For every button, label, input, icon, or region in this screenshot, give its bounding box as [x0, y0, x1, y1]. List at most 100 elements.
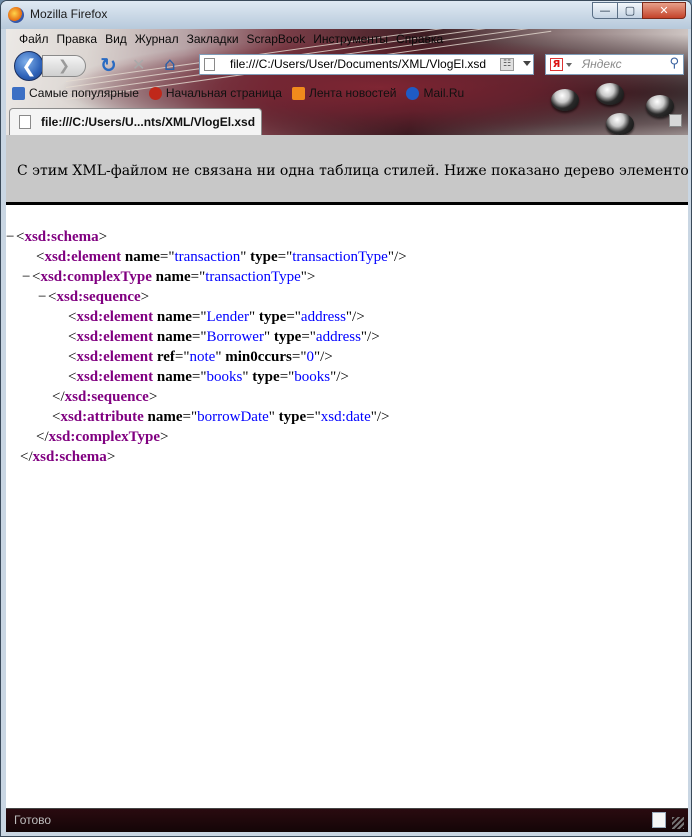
rss-icon [291, 86, 305, 100]
xml-attr-value: books [294, 369, 331, 385]
popular-icon [12, 86, 25, 100]
search-input[interactable]: Яндекс [582, 57, 622, 71]
xml-tag-name: xsd:schema [24, 229, 99, 245]
menu-view[interactable]: Вид [101, 32, 131, 46]
xml-attr-name: name [124, 249, 160, 265]
bookmarks-toolbar: Самые популярные Начальная страница Лент… [12, 86, 464, 100]
xml-attr-name: min0ccurs [225, 349, 292, 365]
xml-tree-line: <xsd:element name="Borrower" type="addre… [68, 327, 380, 347]
bookmark-news-feed[interactable]: Лента новостей [291, 86, 396, 100]
menu-bookmarks[interactable]: Закладки [183, 32, 243, 46]
xml-punctuation: "/> [313, 349, 333, 365]
tab-list-icon[interactable] [669, 114, 682, 127]
maximize-button[interactable]: ▢ [617, 2, 643, 19]
xml-punctuation: =" [174, 349, 190, 365]
home-icon[interactable]: ⌂ [164, 54, 175, 75]
xml-punctuation: </ [20, 449, 33, 465]
xml-punctuation: =" [190, 269, 206, 285]
search-engine-dropdown-icon[interactable] [566, 63, 572, 67]
menu-file[interactable]: Файл [15, 32, 53, 46]
xml-punctuation: =" [191, 369, 207, 385]
url-text[interactable]: file:///C:/Users/User/Documents/XML/Vlog… [230, 57, 486, 71]
window-controls: — ▢ ✕ [592, 2, 686, 19]
collapse-toggle[interactable]: − [6, 227, 16, 247]
xml-punctuation: "/> [345, 309, 365, 325]
menu-help[interactable]: Справка [392, 32, 447, 46]
page-icon [204, 58, 215, 71]
url-dropdown-icon[interactable] [523, 61, 531, 66]
xml-punctuation: =" [277, 249, 293, 265]
stop-icon[interactable]: ✕ [132, 55, 145, 74]
feed-icon[interactable]: ☷ [500, 58, 514, 71]
xml-tree-line: <xsd:element name="books" type="books"/> [68, 367, 349, 387]
reload-icon[interactable]: ↻ [100, 53, 117, 77]
xml-attr-name: type [278, 409, 307, 425]
minimize-button[interactable]: — [592, 2, 618, 19]
bookmark-popular[interactable]: Самые популярные [12, 86, 139, 100]
xml-tree-line: <xsd:element name="transaction" type="tr… [36, 247, 407, 267]
xml-attr-name: name [155, 269, 191, 285]
yandex-logo-icon[interactable]: Я [550, 58, 563, 71]
browser-chrome: Файл Правка Вид Журнал Закладки ScrapBoo… [6, 29, 688, 135]
tab-strip: file:///C:/Users/U...nts/XML/VlogEl.xsd [6, 106, 688, 135]
tab-active[interactable]: file:///C:/Users/U...nts/XML/VlogEl.xsd [9, 108, 262, 135]
xml-punctuation: " [268, 409, 279, 425]
xml-punctuation: </ [52, 389, 65, 405]
xml-punctuation: =" [291, 349, 307, 365]
xml-tree-line: − <xsd:complexType name="transactionType"… [22, 267, 315, 287]
xml-attr-value: books [206, 369, 243, 385]
collapse-toggle[interactable]: − [38, 287, 48, 307]
menu-edit[interactable]: Правка [53, 32, 102, 46]
url-bar[interactable]: file:///C:/Users/User/Documents/XML/Vlog… [199, 54, 534, 75]
xml-tree-line: </xsd:sequence> [52, 387, 157, 407]
xml-attr-value: transactionType [292, 249, 388, 265]
tab-label: file:///C:/Users/U...nts/XML/VlogEl.xsd [41, 115, 256, 129]
xml-punctuation: =" [191, 309, 207, 325]
bookmark-label: Самые популярные [29, 86, 139, 100]
xml-attr-name: name [147, 409, 183, 425]
xml-tree-line: </xsd:schema> [20, 447, 115, 467]
xml-punctuation: > [148, 389, 158, 405]
xml-punctuation: "/> [360, 329, 380, 345]
xml-attr-value: address [300, 309, 346, 325]
xml-tag-name: xsd:attribute [60, 409, 144, 425]
status-page-icon[interactable] [652, 812, 666, 828]
xml-punctuation: "/> [370, 409, 390, 425]
collapse-toggle[interactable]: − [22, 267, 32, 287]
bookmark-mailru[interactable]: Mail.Ru [406, 86, 464, 100]
navigation-toolbar: ❮ ❯ ↻ ✕ ⌂ file:///C:/Users/User/Document… [6, 49, 688, 81]
close-button[interactable]: ✕ [642, 2, 686, 19]
xml-tag-name: xsd:complexType [48, 429, 161, 445]
mailru-icon [406, 86, 420, 100]
menu-history[interactable]: Журнал [131, 32, 183, 46]
menu-tools[interactable]: Инструменты [309, 32, 392, 46]
xml-punctuation: =" [306, 409, 321, 425]
back-button[interactable]: ❮ [14, 51, 44, 81]
bookmark-start-page[interactable]: Начальная страница [148, 86, 282, 100]
browser-window: Mozilla Firefox — ▢ ✕ Файл Правка Вид Жу… [0, 0, 692, 837]
search-icon[interactable]: ⚲ [669, 56, 679, 71]
bookmark-label: Начальная страница [165, 86, 282, 100]
xml-punctuation: " [240, 249, 251, 265]
xml-attr-value: transactionType [205, 269, 301, 285]
xml-tree-line: </xsd:complexType> [36, 427, 169, 447]
xml-attr-value: Lender [206, 309, 249, 325]
page-icon [19, 115, 31, 129]
xml-attr-name: type [258, 309, 287, 325]
firefox-start-icon [148, 86, 162, 100]
xml-punctuation: " [242, 369, 253, 385]
xml-attr-value: Borrower [206, 329, 264, 345]
search-bar[interactable]: Я Яндекс ⚲ [545, 54, 684, 75]
menu-scrapbook[interactable]: ScrapBook [243, 32, 310, 46]
xml-attr-name: name [156, 369, 192, 385]
xml-attr-value: address [315, 329, 361, 345]
forward-button[interactable]: ❯ [42, 55, 86, 77]
xml-attr-name: ref [156, 349, 175, 365]
xml-attr-value: 0 [306, 349, 314, 365]
xml-punctuation: " [215, 349, 226, 365]
xml-attr-value: xsd:date [320, 409, 371, 425]
resize-grip-icon[interactable] [672, 817, 684, 829]
xml-tree-line: <xsd:element name="Lender" type="address… [68, 307, 365, 327]
status-bar: Готово [6, 808, 688, 832]
xml-tag-name: xsd:element [76, 309, 154, 325]
